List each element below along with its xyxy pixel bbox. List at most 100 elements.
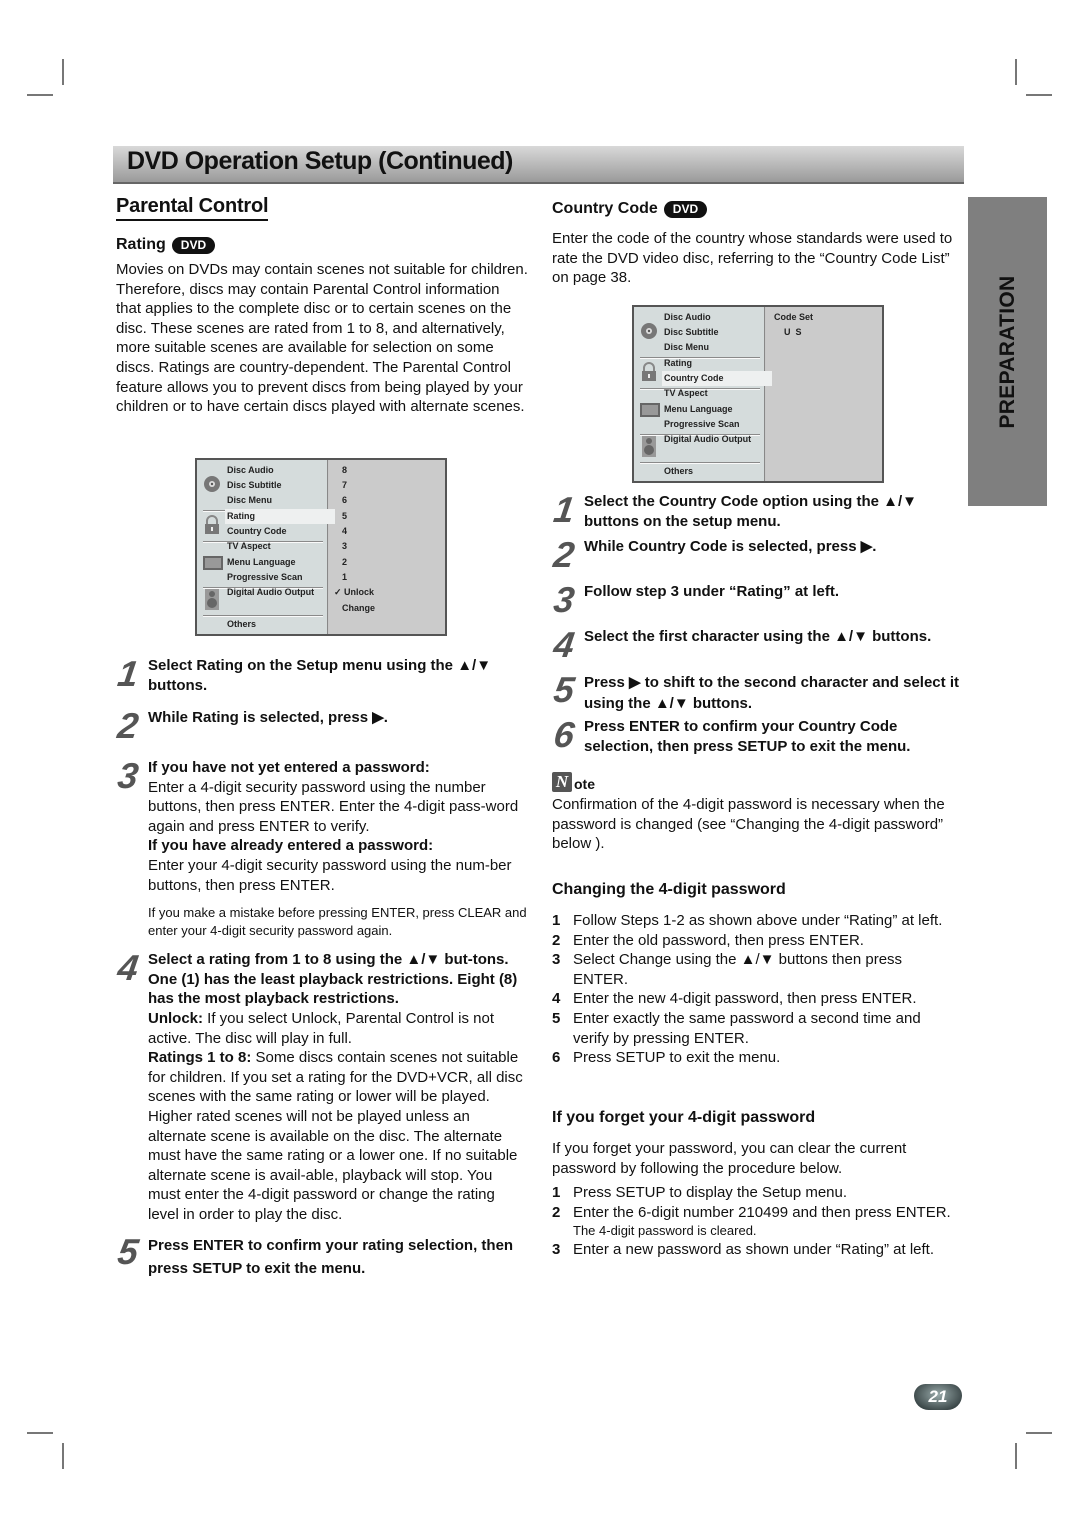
country-step-1: 1 Select the Country Code option using t… (551, 489, 960, 537)
menu-item-disc-audio[interactable]: Disc Audio (664, 310, 711, 325)
menu-separator (640, 357, 760, 359)
crop-mark (1015, 1443, 1017, 1469)
step-text: While Rating is selected, press ▶. (148, 709, 388, 726)
country-code-intro: Enter the code of the country whose stan… (552, 230, 953, 287)
menu-item-country-code-selected[interactable]: Country Code (662, 371, 772, 386)
rating-value-2[interactable]: 2 (342, 555, 347, 570)
menu-item-rating-selected[interactable]: Rating (225, 509, 335, 524)
menu-item-disc-menu[interactable]: Disc Menu (227, 493, 272, 508)
menu-item-others[interactable]: Others (664, 464, 693, 479)
rating-value-3[interactable]: 3 (342, 539, 347, 554)
lock-icon (203, 515, 221, 534)
step-number: 3 (115, 755, 141, 796)
rating-step-4: 4 Select a rating from 1 to 8 using the … (115, 947, 528, 1224)
menu-item-disc-subtitle[interactable]: Disc Subtitle (664, 325, 719, 340)
rating-step-5: 5 Press ENTER to confirm your rating sel… (115, 1231, 528, 1280)
code-set-label: Code Set (774, 312, 814, 322)
rating-step-3: 3 If you have not yet entered a password… (115, 755, 528, 940)
dvd-badge: DVD (171, 236, 216, 254)
ratings-text: Some discs contain scenes not suitable f… (148, 1049, 523, 1223)
crop-mark (1015, 59, 1017, 85)
setup-menu-rating: Disc Audio Disc Subtitle Disc Menu Ratin… (195, 458, 447, 636)
list-item: 3 Select Change using the ▲/▼ buttons the… (552, 951, 903, 988)
menu-item-tv-aspect[interactable]: TV Aspect (664, 386, 708, 401)
rating-value-7[interactable]: 7 (342, 478, 347, 493)
rating-subsection: Rating DVD Movies on DVDs may contain sc… (116, 236, 528, 417)
menu-item-disc-menu[interactable]: Disc Menu (664, 340, 709, 355)
step-text: Select a rating from 1 to 8 using the ▲/… (148, 951, 518, 1008)
rating-steps: 1 Select Rating on the Setup menu using … (115, 653, 528, 1280)
crop-mark (62, 59, 64, 85)
step-text: Follow step 3 under “Rating” at left. (584, 583, 840, 600)
list-item: 6 Press SETUP to exit the menu. (552, 1049, 781, 1067)
menu-item-digital-audio-output[interactable]: Digital Audio Output (664, 432, 751, 447)
menu-item-menu-language[interactable]: Menu Language (664, 402, 733, 417)
page-number-badge: 21 (914, 1384, 962, 1410)
step-subhead: If you have not yet entered a password: (148, 759, 430, 776)
rating-value-5[interactable]: 5 (342, 509, 347, 524)
menu-item-progressive-scan[interactable]: Progressive Scan (227, 570, 303, 585)
rating-value-change[interactable]: Change (342, 601, 375, 616)
forget-password-steps: 1 Press SETUP to display the Setup menu. … (552, 1183, 960, 1260)
menu-item-others[interactable]: Others (227, 617, 256, 632)
rating-value-1[interactable]: 1 (342, 570, 347, 585)
menu-item-rating[interactable]: Rating (664, 356, 692, 371)
step-number: 3 (551, 579, 577, 620)
step-number: 1 (115, 653, 141, 694)
menu-item-disc-audio[interactable]: Disc Audio (227, 463, 274, 478)
changing-password-title: Changing the 4-digit password (552, 881, 786, 898)
menu-item-country-code[interactable]: Country Code (227, 524, 287, 539)
rating-value-8[interactable]: 8 (342, 463, 347, 478)
country-code-steps: 1 Select the Country Code option using t… (551, 489, 960, 757)
step-text: Press ▶ to shift to the second character… (584, 674, 959, 712)
rating-value-6[interactable]: 6 (342, 493, 347, 508)
crop-mark (1026, 1432, 1052, 1434)
disc-icon (640, 322, 658, 340)
crop-mark (27, 1432, 53, 1434)
menu-item-disc-subtitle[interactable]: Disc Subtitle (227, 478, 282, 493)
side-tab-label: PREPARATION (995, 274, 1019, 429)
ratings-label: Ratings 1 to 8: (148, 1049, 252, 1067)
list-item: 1 Press SETUP to display the Setup menu. (552, 1184, 848, 1202)
list-item: 2 Enter the 6-digit number 210499 and the… (552, 1203, 960, 1241)
step-number: 5 (551, 669, 577, 710)
crop-mark (62, 1443, 64, 1469)
rating-step-2: 2 While Rating is selected, press ▶. (115, 705, 528, 758)
forget-password-intro: If you forget your password, you can cle… (552, 1140, 907, 1177)
tv-icon (640, 402, 660, 420)
speaker-icon (640, 435, 658, 457)
step-number: 4 (115, 947, 141, 989)
note-box: N ote Confirmation of the 4-digit passwo… (552, 772, 960, 854)
crop-mark (1026, 94, 1052, 96)
step-text: Select Rating on the Setup menu using th… (148, 657, 492, 694)
changing-password-section: Changing the 4-digit password 1 Follow St… (552, 881, 960, 1068)
rating-value-4[interactable]: 4 (342, 524, 347, 539)
tv-icon (203, 555, 223, 573)
country-code-heading: Country Code DVD (552, 200, 960, 218)
step-text: While Country Code is selected, press ▶. (584, 538, 877, 555)
step-subhead: If you have already entered a password: (148, 837, 434, 855)
country-step-4: 4 Select the first character using the ▲… (551, 624, 960, 672)
code-set-value[interactable]: U S (784, 325, 802, 340)
menu-item-menu-language[interactable]: Menu Language (227, 555, 296, 570)
rating-value-unlock[interactable]: ✓ Unlock (334, 585, 374, 600)
menu-item-tv-aspect[interactable]: TV Aspect (227, 539, 271, 554)
country-code-subsection: Country Code DVD Enter the code of the c… (552, 200, 960, 288)
rating-step-1: 1 Select Rating on the Setup menu using … (115, 653, 528, 708)
step-tip: If you make a mistake before pressing EN… (148, 905, 527, 939)
rating-heading: Rating DVD (116, 236, 528, 254)
menu-separator (640, 462, 760, 464)
step-number: 2 (115, 705, 141, 746)
step-number: 1 (551, 489, 577, 530)
step-text: Select the first character using the ▲/▼… (584, 628, 932, 645)
step-text: Press ENTER to confirm your Country Code… (584, 718, 911, 755)
forget-password-section: If you forget your 4-digit password If y… (552, 1109, 960, 1260)
list-item: 5 Enter exactly the same password a secon… (552, 1009, 921, 1047)
country-step-5: 5 Press ▶ to shift to the second charact… (551, 669, 960, 717)
step-body: Enter your 4-digit security password usi… (148, 856, 512, 894)
country-code-title: Country Code (552, 200, 658, 217)
step-text: Press ENTER to confirm your rating selec… (148, 1237, 514, 1278)
menu-item-digital-audio-output[interactable]: Digital Audio Output (227, 585, 314, 600)
country-step-3: 3 Follow step 3 under “Rating” at left. (551, 579, 960, 627)
menu-item-progressive-scan[interactable]: Progressive Scan (664, 417, 740, 432)
